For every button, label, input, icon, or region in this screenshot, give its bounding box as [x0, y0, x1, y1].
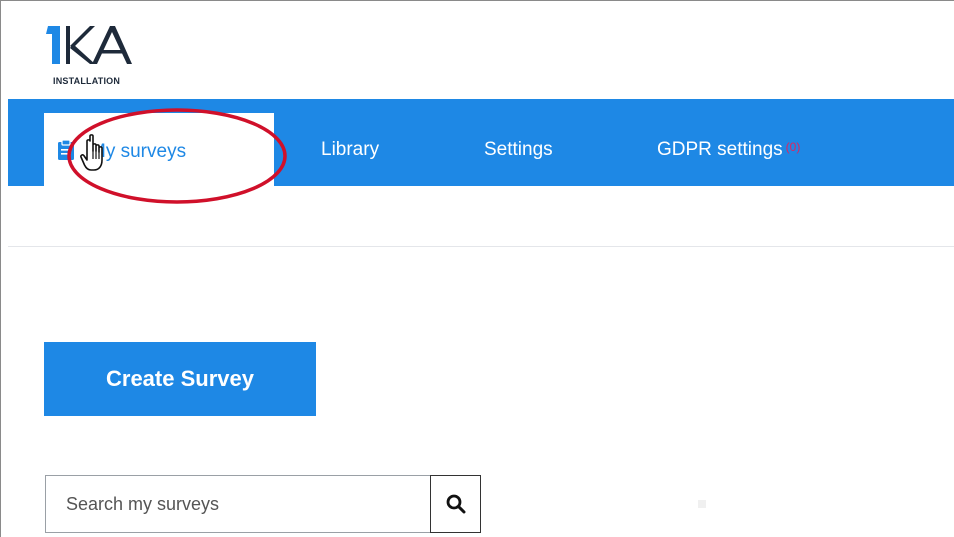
search-button[interactable]	[430, 475, 481, 533]
hand-cursor-icon	[80, 134, 103, 171]
tab-my-surveys[interactable]: My surveys	[44, 113, 274, 186]
create-survey-button[interactable]: Create Survey	[44, 342, 316, 416]
search-input[interactable]	[45, 475, 430, 533]
tab-library[interactable]: Library	[321, 106, 379, 193]
faint-mark	[698, 500, 706, 508]
tab-gdpr-label: GDPR settings	[657, 138, 783, 160]
main-nav: My surveys Library Settings GDPR setting…	[8, 99, 954, 186]
logo-subtitle: INSTALLATION	[53, 76, 121, 86]
tab-settings[interactable]: Settings	[484, 106, 553, 193]
gdpr-count-badge: (0)	[785, 139, 801, 154]
header-divider	[8, 246, 954, 247]
logo-mark-icon	[46, 26, 132, 64]
clipboard-icon	[58, 139, 74, 160]
search-icon	[446, 494, 465, 514]
tab-library-label: Library	[321, 138, 380, 160]
logo[interactable]: INSTALLATION	[44, 20, 154, 88]
search-bar	[45, 475, 481, 533]
tab-settings-label: Settings	[484, 138, 553, 160]
tab-gdpr-settings[interactable]: GDPR settings (0)	[657, 106, 800, 193]
